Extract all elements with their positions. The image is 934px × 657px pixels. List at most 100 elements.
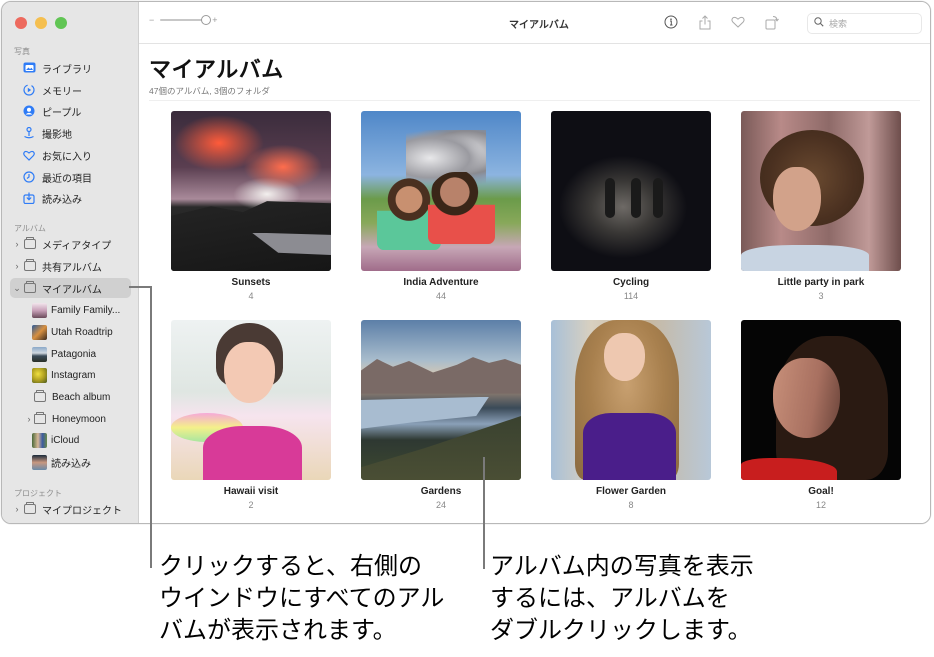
callout-text-left: クリックすると、右側の ウインドウにすべてのアル バムが表示されます。 — [159, 552, 445, 644]
album-cover[interactable] — [361, 111, 521, 271]
info-icon — [664, 15, 678, 29]
album-name: India Adventure — [403, 277, 479, 288]
album-count: 24 — [435, 500, 446, 510]
rotate-button[interactable] — [764, 14, 780, 30]
sidebar-item-label: iCloud — [51, 434, 80, 446]
zoom-in-label[interactable]: + — [212, 15, 217, 25]
album-tile-sunsets[interactable]: Sunsets 4 — [171, 111, 331, 301]
album-cover[interactable] — [741, 111, 901, 271]
album-name: Cycling — [612, 277, 650, 288]
album-thumbnail — [32, 432, 47, 448]
sidebar-album-patagonia[interactable]: Patagonia — [10, 344, 131, 364]
sidebar-item-label: メディアタイプ — [42, 240, 112, 252]
search-field[interactable] — [807, 13, 922, 34]
album-cover[interactable] — [171, 111, 331, 271]
sidebar-album-instagram[interactable]: Instagram — [10, 365, 131, 385]
sidebar-item-places[interactable]: 撮影地 — [10, 123, 131, 143]
folder-icon — [34, 412, 46, 424]
sidebar-item-label: Family Family... — [51, 304, 121, 316]
search-input[interactable] — [829, 18, 919, 29]
sidebar-item-label: Beach album — [52, 391, 111, 403]
album-name: Gardens — [420, 486, 462, 497]
people-icon — [22, 104, 36, 118]
sidebar-item-media-types[interactable]: › メディアタイプ — [10, 234, 131, 254]
album-thumbnail — [32, 454, 47, 470]
favorite-button[interactable] — [730, 14, 746, 30]
shared-album-icon — [24, 259, 36, 271]
callout-text-right: アルバム内の写真を表示 するには、アルバムを ダブルクリックします。 — [490, 552, 754, 644]
minimize-button[interactable] — [35, 17, 47, 29]
section-header-albums: アルバム — [14, 224, 46, 233]
slider-track[interactable] — [160, 15, 212, 25]
chevron-down-icon[interactable]: ⌄ — [13, 283, 21, 294]
chevron-right-icon[interactable]: › — [13, 261, 21, 271]
library-icon — [22, 61, 36, 75]
sidebar-item-label: Instagram — [51, 369, 96, 381]
sidebar-item-label: 読み込み — [51, 458, 91, 470]
chevron-right-icon[interactable]: › — [13, 504, 21, 514]
sidebar-item-label: ライブラリ — [42, 64, 92, 76]
sidebar-item-label: マイアルバム — [42, 284, 102, 296]
sidebar-folder-honeymoon[interactable]: › Honeymoon — [10, 409, 131, 429]
toolbar: − + マイアルバム — [139, 2, 930, 44]
album-cover[interactable] — [551, 320, 711, 480]
sidebar-album-icloud[interactable]: iCloud — [10, 430, 131, 450]
sidebar-item-imports[interactable]: 読み込み — [10, 188, 131, 208]
album-count: 3 — [818, 291, 824, 301]
thumbnail-size-slider[interactable]: − + — [149, 15, 218, 25]
album-tile-flower-garden[interactable]: Flower Garden 8 — [551, 320, 711, 510]
album-count: 2 — [248, 500, 254, 510]
empty-album-icon — [34, 390, 46, 402]
albums-content: マイアルバム 47個のアルバム, 3個のフォルダ Sunsets 4 India… — [139, 45, 930, 523]
window-title: マイアルバム — [509, 20, 569, 31]
divider — [149, 100, 920, 101]
sidebar-item-label: 最近の項目 — [42, 173, 92, 185]
sidebar-item-recents[interactable]: 最近の項目 — [10, 167, 131, 187]
album-cover[interactable] — [171, 320, 331, 480]
album-tile-little-party-in-park[interactable]: Little party in park 3 — [741, 111, 901, 301]
sidebar-item-label: マイプロジェクト — [42, 505, 122, 517]
sidebar: 写真 ライブラリ メモリー ピープル 撮影地 お気に入り 最近の項目 読み込み … — [2, 2, 139, 523]
album-tile-gardens[interactable]: Gardens 24 — [361, 320, 521, 510]
sidebar-album-utah-roadtrip[interactable]: Utah Roadtrip — [10, 322, 131, 342]
album-cover[interactable] — [741, 320, 901, 480]
album-count: 44 — [435, 291, 446, 301]
sidebar-item-favorites[interactable]: お気に入り — [10, 145, 131, 165]
zoom-out-label[interactable]: − — [149, 15, 154, 25]
zoom-button[interactable] — [55, 17, 67, 29]
album-tile-hawaii-visit[interactable]: Hawaii visit 2 — [171, 320, 331, 510]
section-header-photos: 写真 — [14, 47, 30, 56]
share-button[interactable] — [697, 14, 713, 30]
album-tile-india-adventure[interactable]: India Adventure 44 — [361, 111, 521, 301]
album-thumbnail — [32, 367, 47, 383]
slider-knob[interactable] — [201, 15, 212, 25]
sidebar-item-library[interactable]: ライブラリ — [10, 58, 131, 78]
callout-leader-left-vertical — [150, 286, 152, 568]
memories-icon — [22, 83, 36, 97]
album-tile-goal[interactable]: Goal! 12 — [741, 320, 901, 510]
clock-icon — [22, 170, 36, 184]
section-header-projects: プロジェクト — [14, 489, 62, 498]
sidebar-item-people[interactable]: ピープル — [10, 101, 131, 121]
album-thumbnail — [32, 346, 47, 362]
sidebar-item-shared-albums[interactable]: › 共有アルバム — [10, 256, 131, 276]
sidebar-album-family[interactable]: Family Family... — [10, 300, 131, 320]
sidebar-item-label: メモリー — [42, 86, 82, 98]
album-cover[interactable] — [361, 320, 521, 480]
album-cover[interactable] — [551, 111, 711, 271]
sidebar-item-memories[interactable]: メモリー — [10, 80, 131, 100]
sidebar-item-my-albums[interactable]: ⌄ マイアルバム — [10, 278, 131, 298]
album-thumbnail — [32, 302, 47, 318]
rotate-icon — [765, 15, 779, 29]
album-name: Goal! — [808, 486, 834, 497]
info-button[interactable] — [663, 14, 679, 30]
album-name: Little party in park — [777, 277, 865, 288]
chevron-right-icon[interactable]: › — [25, 414, 33, 424]
chevron-right-icon[interactable]: › — [13, 239, 21, 249]
sidebar-item-my-projects[interactable]: › マイプロジェクト — [10, 499, 131, 519]
sidebar-album-imports[interactable]: 読み込み — [10, 452, 131, 472]
sidebar-album-beach[interactable]: Beach album — [10, 387, 131, 407]
close-button[interactable] — [15, 17, 27, 29]
sidebar-item-label: 読み込み — [42, 194, 82, 206]
album-tile-cycling[interactable]: Cycling 114 — [551, 111, 711, 301]
